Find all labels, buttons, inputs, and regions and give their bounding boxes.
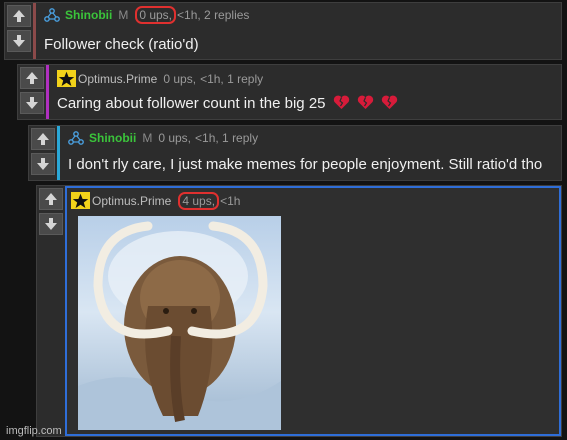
mod-badge: M — [118, 8, 129, 22]
arrow-down-icon — [37, 158, 49, 170]
thread-bar — [33, 3, 36, 59]
comment-meta: Optimus.Prime 4 ups, <1h — [71, 191, 241, 210]
downvote-button[interactable] — [7, 30, 31, 52]
comment-3: Shinobii M 0 ups, <1h, 1 reply I don't r… — [28, 125, 562, 181]
comment-2: Optimus.Prime 0 ups, <1h, 1 reply Caring… — [17, 64, 562, 120]
network-icon — [68, 131, 84, 145]
ups-count: 0 ups, — [158, 131, 192, 145]
avatar[interactable] — [57, 70, 76, 87]
ups-count: 0 ups, — [135, 6, 177, 24]
arrow-up-icon — [45, 193, 57, 205]
woolly-mammoth-image[interactable] — [78, 216, 281, 430]
comment-body: Shinobii M 0 ups, <1h, 1 reply I don't r… — [63, 126, 561, 180]
thread-bar — [57, 126, 60, 180]
downvote-button[interactable] — [39, 213, 63, 235]
comment-1: Shinobii M 0 ups, <1h, 2 replies Followe… — [4, 2, 562, 60]
upvote-button[interactable] — [39, 188, 63, 210]
ups-count: 0 ups, — [163, 71, 197, 86]
downvote-button[interactable] — [31, 153, 55, 175]
comment-text: Follower check (ratio'd) — [44, 36, 199, 53]
avatar[interactable] — [71, 192, 90, 209]
arrow-up-icon — [13, 10, 25, 22]
star-icon — [58, 71, 75, 86]
comment-body: Optimus.Prime 0 ups, <1h, 1 reply Caring… — [52, 65, 561, 119]
arrow-down-icon — [13, 35, 25, 47]
comment-text: I don't rly care, I just make memes for … — [68, 156, 543, 173]
comment-text: Caring about follower count in the big 2… — [57, 95, 398, 112]
vote-buttons — [5, 3, 31, 52]
comment-meta: Shinobii M 0 ups, <1h, 1 reply — [68, 131, 258, 145]
comment-time: <1h, 1 reply — [200, 71, 264, 86]
network-icon — [44, 8, 60, 22]
arrow-down-icon — [45, 218, 57, 230]
broken-heart-icon — [381, 95, 398, 109]
comment-time: <1h, 1 reply — [195, 131, 259, 145]
ups-count: 4 ups, — [178, 191, 220, 210]
comment-body: Optimus.Prime 4 ups, <1h — [65, 186, 561, 436]
upvote-button[interactable] — [7, 5, 31, 27]
username-link[interactable]: Optimus.Prime — [78, 72, 157, 86]
comment-body: Shinobii M 0 ups, <1h, 2 replies Followe… — [39, 3, 561, 59]
watermark: imgflip.com — [6, 425, 62, 437]
comment-time: <1h — [220, 193, 241, 208]
comment-time: <1h, 2 replies — [177, 8, 250, 22]
mod-badge: M — [142, 131, 153, 145]
username-link[interactable]: Shinobii — [65, 8, 112, 22]
comment-meta: Shinobii M 0 ups, <1h, 2 replies — [44, 6, 250, 24]
comment-meta: Optimus.Prime 0 ups, <1h, 1 reply — [57, 70, 263, 87]
vote-buttons — [18, 65, 44, 114]
mammoth-illustration — [78, 221, 281, 430]
upvote-button[interactable] — [31, 128, 55, 150]
comment-4: Optimus.Prime 4 ups, <1h — [36, 185, 562, 437]
arrow-down-icon — [26, 97, 38, 109]
broken-heart-icon — [357, 95, 374, 109]
comment-text-body: Caring about follower count in the big 2… — [57, 95, 326, 112]
username-link[interactable]: Optimus.Prime — [92, 194, 171, 208]
arrow-up-icon — [37, 133, 49, 145]
arrow-up-icon — [26, 72, 38, 84]
thread-bar — [46, 65, 49, 119]
vote-buttons — [29, 126, 55, 175]
star-icon — [72, 193, 89, 208]
upvote-button[interactable] — [20, 67, 44, 89]
broken-heart-icon — [333, 95, 349, 109]
vote-buttons — [37, 186, 63, 235]
username-link[interactable]: Shinobii — [89, 131, 136, 145]
downvote-button[interactable] — [20, 92, 44, 114]
